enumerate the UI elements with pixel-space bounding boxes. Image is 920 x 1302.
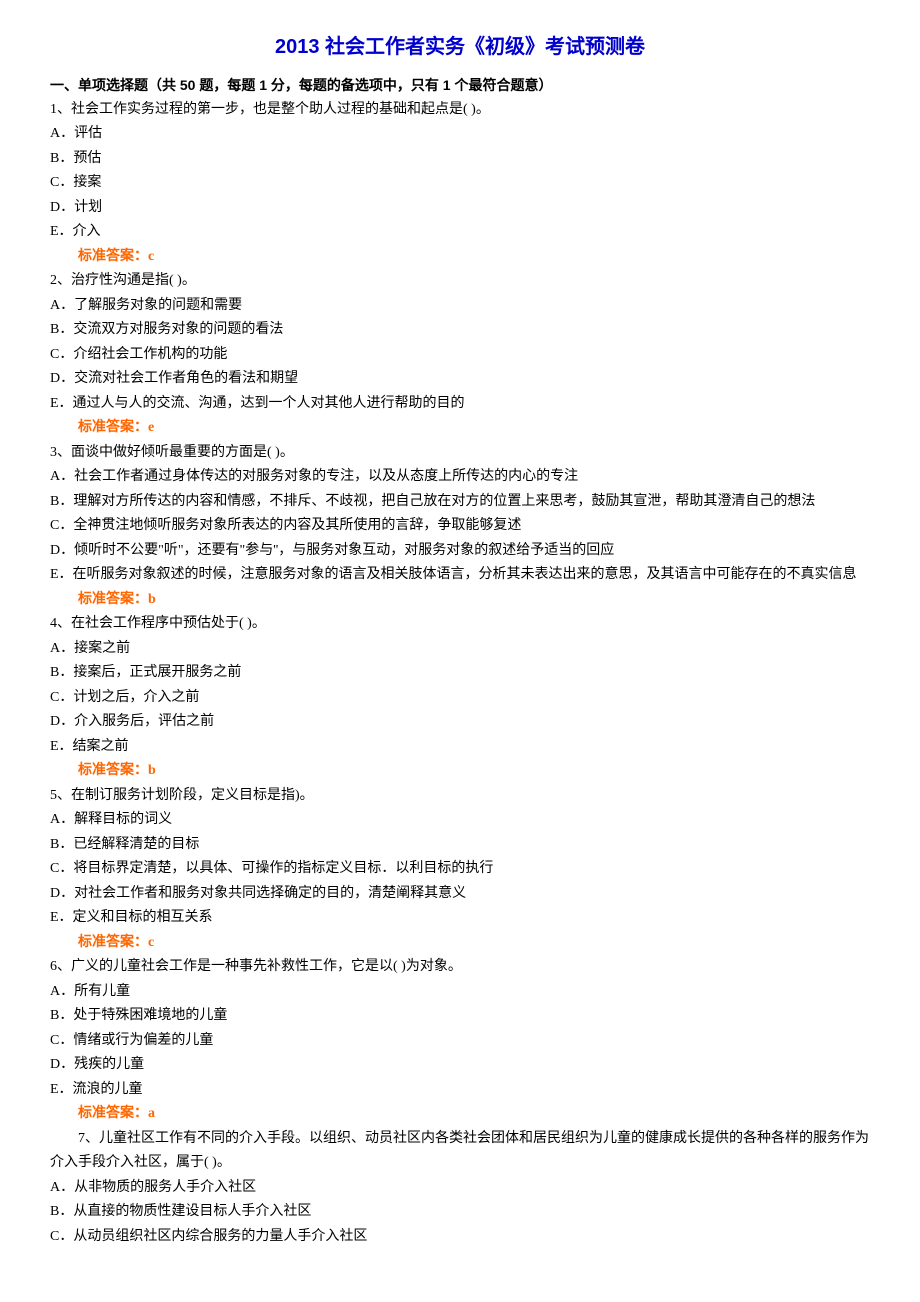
- question-stem: 7、儿童社区工作有不同的介入手段。以组织、动员社区内各类社会团体和居民组织为儿童…: [50, 1127, 870, 1176]
- question-option: E．在听服务对象叙述的时候，注意服务对象的语言及相关肢体语言，分析其未表达出来的…: [50, 563, 870, 588]
- question-option: D．残疾的儿童: [50, 1053, 870, 1078]
- question-stem: 6、广义的儿童社会工作是一种事先补救性工作，它是以( )为对象。: [50, 955, 870, 980]
- question-option: A．从非物质的服务人手介入社区: [50, 1176, 870, 1201]
- question-option: D．交流对社会工作者角色的看法和期望: [50, 367, 870, 392]
- question-option: E．通过人与人的交流、沟通，达到一个人对其他人进行帮助的目的: [50, 392, 870, 417]
- question-option: D．计划: [50, 196, 870, 221]
- question-option: A．了解服务对象的问题和需要: [50, 294, 870, 319]
- question-option: A．社会工作者通过身体传达的对服务对象的专注，以及从态度上所传达的内心的专注: [50, 465, 870, 490]
- question-option: C．情绪或行为偏差的儿童: [50, 1029, 870, 1054]
- question-option: E．流浪的儿童: [50, 1078, 870, 1103]
- question-stem: 5、在制订服务计划阶段，定义目标是指)。: [50, 784, 870, 809]
- page-title: 2013 社会工作者实务《初级》考试预测卷: [50, 30, 870, 65]
- question-option: B．处于特殊困难境地的儿童: [50, 1004, 870, 1029]
- standard-answer: 标准答案：a: [50, 1102, 870, 1127]
- question-option: C．接案: [50, 171, 870, 196]
- standard-answer: 标准答案：e: [50, 416, 870, 441]
- question-option: C．全神贯注地倾听服务对象所表达的内容及其所使用的言辞，争取能够复述: [50, 514, 870, 539]
- standard-answer: 标准答案：c: [50, 245, 870, 270]
- question-option: E．结案之前: [50, 735, 870, 760]
- question-stem: 1、社会工作实务过程的第一步，也是整个助人过程的基础和起点是( )。: [50, 98, 870, 123]
- standard-answer: 标准答案：c: [50, 931, 870, 956]
- question-stem: 4、在社会工作程序中预估处于( )。: [50, 612, 870, 637]
- question-option: B．理解对方所传达的内容和情感，不排斥、不歧视，把自己放在对方的位置上来思考，鼓…: [50, 490, 870, 515]
- question-option: D．倾听时不公要"听"，还要有"参与''，与服务对象互动，对服务对象的叙述给予适…: [50, 539, 870, 564]
- question-option: C．将目标界定清楚，以具体、可操作的指标定义目标．以利目标的执行: [50, 857, 870, 882]
- question-option: C．从动员组织社区内综合服务的力量人手介入社区: [50, 1225, 870, 1250]
- question-option: A．解释目标的词义: [50, 808, 870, 833]
- question-option: B．交流双方对服务对象的问题的看法: [50, 318, 870, 343]
- section-header: 一、单项选择题（共 50 题，每题 1 分，每题的备选项中，只有 1 个最符合题…: [50, 73, 870, 98]
- question-option: B．预估: [50, 147, 870, 172]
- question-option: E．定义和目标的相互关系: [50, 906, 870, 931]
- questions-container: 1、社会工作实务过程的第一步，也是整个助人过程的基础和起点是( )。A．评估B．…: [50, 98, 870, 1250]
- question-option: E．介入: [50, 220, 870, 245]
- question-option: B．从直接的物质性建设目标人手介入社区: [50, 1200, 870, 1225]
- standard-answer: 标准答案：b: [50, 759, 870, 784]
- question-option: C．计划之后，介入之前: [50, 686, 870, 711]
- question-option: C．介绍社会工作机构的功能: [50, 343, 870, 368]
- question-option: D．介入服务后，评估之前: [50, 710, 870, 735]
- question-stem: 2、治疗性沟通是指( )。: [50, 269, 870, 294]
- question-option: A．所有儿童: [50, 980, 870, 1005]
- question-option: A．接案之前: [50, 637, 870, 662]
- standard-answer: 标准答案：b: [50, 588, 870, 613]
- question-option: D．对社会工作者和服务对象共同选择确定的目的，清楚阐释其意义: [50, 882, 870, 907]
- question-option: B．已经解释清楚的目标: [50, 833, 870, 858]
- question-stem: 3、面谈中做好倾听最重要的方面是( )。: [50, 441, 870, 466]
- question-option: B．接案后，正式展开服务之前: [50, 661, 870, 686]
- question-option: A．评估: [50, 122, 870, 147]
